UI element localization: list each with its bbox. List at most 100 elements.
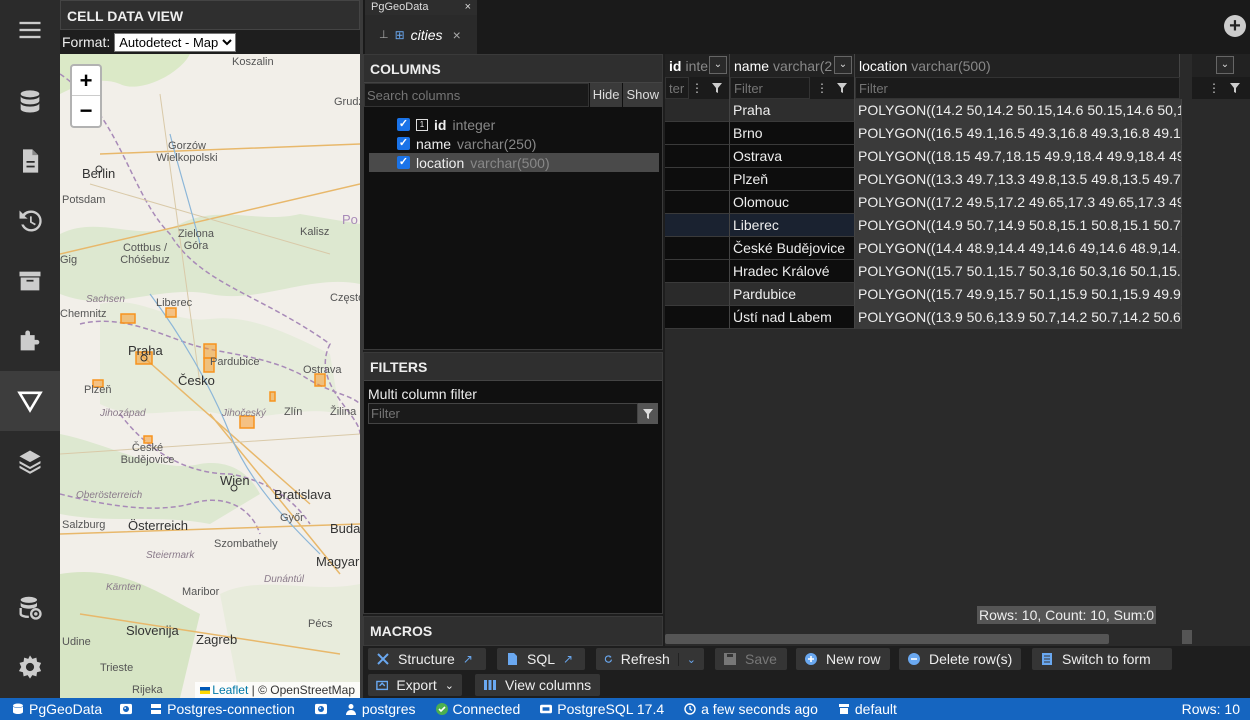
- more-icon[interactable]: ⋮: [812, 78, 832, 98]
- filter-icon[interactable]: [707, 78, 727, 98]
- database-view-icon[interactable]: [0, 578, 60, 638]
- zoom-in-button[interactable]: +: [72, 66, 100, 96]
- status-connection[interactable]: Postgres-connection: [150, 701, 295, 717]
- column-row-location[interactable]: ✓ location varchar(500): [369, 153, 659, 172]
- osm-attribution[interactable]: | © OpenStreetMap: [252, 683, 355, 697]
- table-cell-name[interactable]: Brno: [730, 122, 855, 145]
- table-cell-location[interactable]: POLYGON((13.9 50.6,13.9 50.7,14.2 50.7,1…: [855, 306, 1182, 329]
- menu-icon[interactable]: [0, 0, 60, 60]
- table-cell-name[interactable]: Liberec: [730, 214, 855, 237]
- table-cell-name[interactable]: Olomouc: [730, 191, 855, 214]
- format-select[interactable]: Autodetect - Map: [114, 32, 237, 52]
- column-header-location-menu[interactable]: ⌄: [1192, 54, 1250, 77]
- table-cell-id[interactable]: [665, 191, 730, 214]
- table-cell-location[interactable]: POLYGON((13.3 49.7,13.3 49.8,13.5 49.8,1…: [855, 168, 1182, 191]
- tab-cities[interactable]: ⊥ ⊞ cities ×: [365, 15, 477, 54]
- user-icon: [345, 704, 356, 715]
- tab-group-pggeodata[interactable]: PgGeoData ×: [365, 0, 477, 15]
- close-icon[interactable]: ×: [453, 27, 461, 43]
- structure-button[interactable]: Structure ↗: [368, 648, 486, 670]
- column-header-name[interactable]: name varchar(2 ⌄: [730, 54, 855, 77]
- add-tab-button[interactable]: +: [1224, 15, 1246, 37]
- save-button[interactable]: Save: [715, 648, 787, 670]
- chevron-down-icon[interactable]: ⌄: [834, 56, 852, 74]
- export-button[interactable]: Export ⌄: [368, 674, 462, 696]
- column-row-id[interactable]: ✓ 1 id integer: [369, 115, 659, 134]
- geo-query-icon[interactable]: [0, 371, 60, 431]
- file-icon[interactable]: [0, 131, 60, 191]
- layers-icon[interactable]: [0, 431, 60, 491]
- checkbox-checked[interactable]: ✓: [397, 118, 410, 131]
- settings-icon[interactable]: [0, 637, 60, 697]
- status-app[interactable]: PgGeoData: [12, 701, 102, 717]
- vertical-scroll-thumb[interactable]: [1182, 630, 1192, 644]
- new-row-button[interactable]: New row: [796, 648, 890, 670]
- table-cell-id[interactable]: [665, 99, 730, 122]
- chevron-down-icon[interactable]: ⌄: [1216, 56, 1234, 74]
- column-header-id[interactable]: id inte ⌄: [665, 54, 730, 77]
- archive-icon[interactable]: [0, 251, 60, 311]
- table-cell-id[interactable]: [665, 306, 730, 329]
- table-cell-location[interactable]: POLYGON((14.4 48.9,14.4 49,14.6 49,14.6 …: [855, 237, 1182, 260]
- table-cell-id[interactable]: [665, 145, 730, 168]
- table-cell-location[interactable]: POLYGON((18.15 49.7,18.15 49.9,18.4 49.9…: [855, 145, 1182, 168]
- column-row-name[interactable]: ✓ name varchar(250): [369, 134, 659, 153]
- table-cell-id[interactable]: [665, 283, 730, 306]
- filter-icon[interactable]: [638, 403, 658, 424]
- palette-icon[interactable]: [120, 703, 133, 715]
- status-user[interactable]: postgres: [345, 701, 416, 717]
- table-cell-location[interactable]: POLYGON((14.2 50,14.2 50.15,14.6 50.15,1…: [855, 99, 1182, 122]
- view-columns-button[interactable]: View columns: [475, 674, 600, 696]
- table-cell-id[interactable]: [665, 122, 730, 145]
- table-cell-location[interactable]: POLYGON((15.7 50.1,15.7 50.3,16 50.3,16 …: [855, 260, 1182, 283]
- table-cell-id[interactable]: [665, 260, 730, 283]
- table-cell-id[interactable]: [665, 237, 730, 260]
- table-cell-name[interactable]: Ústí nad Labem: [730, 306, 855, 329]
- table-cell-name[interactable]: Plzeň: [730, 168, 855, 191]
- table-cell-name[interactable]: Praha: [730, 99, 855, 122]
- table-cell-location[interactable]: POLYGON((15.7 49.9,15.7 50.1,15.9 50.1,1…: [855, 283, 1182, 306]
- pin-icon[interactable]: ⊥: [379, 28, 389, 41]
- filter-icon[interactable]: [1225, 78, 1245, 98]
- chevron-down-icon[interactable]: ⌄: [677, 652, 696, 666]
- status-schema[interactable]: default: [838, 701, 897, 717]
- table-cell-name[interactable]: České Budějovice: [730, 237, 855, 260]
- filter-input-name[interactable]: [730, 77, 810, 99]
- macros-panel[interactable]: MACROS: [363, 616, 663, 646]
- table-cell-name[interactable]: Ostrava: [730, 145, 855, 168]
- switch-to-form-button[interactable]: Switch to form: [1032, 648, 1172, 670]
- horizontal-scrollbar[interactable]: [665, 634, 1109, 644]
- leaflet-link[interactable]: Leaflet: [212, 683, 248, 697]
- table-cell-id[interactable]: [665, 168, 730, 191]
- search-columns-input[interactable]: [364, 83, 589, 107]
- sql-button[interactable]: SQL ↗: [497, 648, 585, 670]
- table-cell-location[interactable]: POLYGON((17.2 49.5,17.2 49.65,17.3 49.65…: [855, 191, 1182, 214]
- extension-icon[interactable]: [0, 311, 60, 371]
- hide-button[interactable]: Hide: [589, 83, 623, 107]
- table-cell-id[interactable]: [665, 214, 730, 237]
- delete-rows-button[interactable]: Delete row(s): [899, 648, 1021, 670]
- map-view[interactable]: Koszalin Grudziąd Berlin Potsdam Gorzów …: [60, 54, 360, 698]
- checkbox-checked[interactable]: ✓: [397, 156, 410, 169]
- zoom-out-button[interactable]: −: [72, 96, 100, 126]
- palette-icon[interactable]: [314, 703, 327, 715]
- show-button[interactable]: Show: [623, 83, 662, 107]
- checkbox-checked[interactable]: ✓: [397, 137, 410, 150]
- chevron-down-icon[interactable]: ⌄: [709, 56, 727, 74]
- close-icon[interactable]: ×: [465, 1, 471, 14]
- filter-input-id[interactable]: [665, 77, 689, 99]
- more-icon[interactable]: ⋮: [687, 78, 707, 98]
- multi-filter-row: [368, 403, 658, 424]
- table-cell-location[interactable]: POLYGON((16.5 49.1,16.5 49.3,16.8 49.3,1…: [855, 122, 1182, 145]
- database-icon[interactable]: [0, 72, 60, 132]
- filter-icon[interactable]: [832, 78, 852, 98]
- refresh-button[interactable]: Refresh ⌄: [596, 648, 704, 670]
- table-cell-name[interactable]: Hradec Králové: [730, 260, 855, 283]
- multi-filter-input[interactable]: [368, 403, 638, 424]
- more-icon[interactable]: ⋮: [1204, 78, 1224, 98]
- table-cell-location[interactable]: POLYGON((14.9 50.7,14.9 50.8,15.1 50.8,1…: [855, 214, 1182, 237]
- column-header-location[interactable]: location varchar(500): [855, 54, 1180, 77]
- history-icon[interactable]: [0, 191, 60, 251]
- table-cell-name[interactable]: Pardubice: [730, 283, 855, 306]
- filter-input-location[interactable]: [855, 77, 1180, 99]
